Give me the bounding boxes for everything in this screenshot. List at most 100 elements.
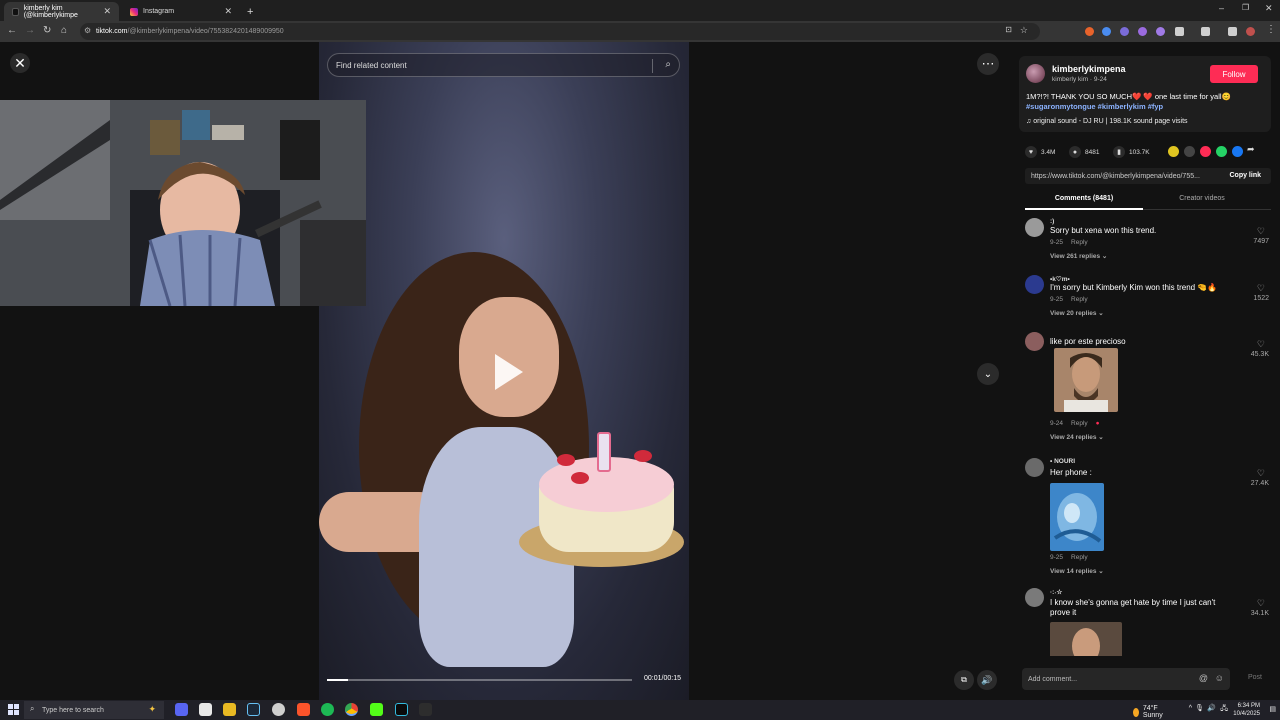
find-related-search[interactable]: Find related content ⌕ bbox=[327, 53, 680, 77]
minimize-icon[interactable]: – bbox=[1219, 3, 1224, 13]
reply-button[interactable]: Reply bbox=[1071, 296, 1088, 303]
comment-username[interactable]: ·:˖☆ bbox=[1050, 588, 1062, 596]
save-button[interactable]: ▮ 103.7K bbox=[1113, 146, 1150, 158]
reload-icon[interactable]: ↻ bbox=[43, 25, 51, 36]
post-button[interactable]: Post bbox=[1248, 674, 1262, 681]
comment-image[interactable] bbox=[1050, 483, 1104, 551]
share-arrow-icon[interactable]: ➦ bbox=[1247, 144, 1258, 155]
discord-icon[interactable] bbox=[175, 703, 188, 716]
heart-outline-icon[interactable]: ♡ bbox=[1257, 598, 1265, 609]
video-progress-bar[interactable] bbox=[327, 679, 632, 681]
add-comment-input[interactable]: Add comment... @ ☺ bbox=[1022, 668, 1230, 690]
window-close-icon[interactable]: ✕ bbox=[1265, 3, 1273, 14]
clock[interactable]: 6:34 PM 10/4/2025 bbox=[1233, 702, 1260, 718]
comment-button[interactable]: ● 8481 bbox=[1069, 146, 1099, 158]
embed-icon[interactable] bbox=[1184, 146, 1195, 157]
windows-start-icon[interactable] bbox=[8, 704, 19, 715]
tab-tiktok[interactable]: kimberly kim (@kimberlykimpe ✕ bbox=[4, 2, 119, 21]
install-app-icon[interactable]: ⊡ bbox=[1005, 25, 1012, 34]
view-replies-button[interactable]: View 261 replies ⌄ bbox=[1050, 252, 1107, 260]
chrome-icon[interactable] bbox=[345, 703, 358, 716]
extension-icon[interactable] bbox=[1156, 27, 1165, 36]
heart-outline-icon[interactable]: ♡ bbox=[1257, 283, 1265, 294]
browser-menu-icon[interactable]: ⋮ bbox=[1266, 24, 1276, 35]
profile-avatar[interactable] bbox=[1246, 27, 1255, 36]
extension-icon[interactable] bbox=[1085, 27, 1094, 36]
picture-in-picture-icon[interactable]: ⧉ bbox=[954, 670, 974, 690]
reply-button[interactable]: Reply bbox=[1071, 239, 1088, 246]
close-icon[interactable]: ✕ bbox=[224, 6, 232, 17]
heart-outline-icon[interactable]: ♡ bbox=[1257, 226, 1265, 237]
copilot-sparkle-icon[interactable]: ✦ bbox=[148, 704, 156, 715]
reading-mode-icon[interactable] bbox=[1201, 27, 1210, 36]
video-player[interactable]: Find related content ⌕ 00:01/00:15 bbox=[319, 42, 689, 700]
whatsapp-icon[interactable] bbox=[1216, 146, 1227, 157]
author-avatar[interactable] bbox=[1026, 64, 1045, 83]
heart-outline-icon[interactable]: ♡ bbox=[1257, 339, 1265, 350]
taskbar-search[interactable]: ⌕ Type here to search ✦ bbox=[24, 701, 164, 719]
microphone-icon[interactable]: 🎙 bbox=[1195, 704, 1204, 712]
weather-widget[interactable]: 74°F Sunny bbox=[1133, 705, 1166, 719]
app-icon[interactable] bbox=[419, 703, 432, 716]
extensions-puzzle-icon[interactable] bbox=[1175, 27, 1184, 36]
network-icon[interactable]: 🖧 bbox=[1220, 704, 1228, 715]
avatar[interactable] bbox=[1025, 588, 1044, 607]
file-explorer-icon[interactable] bbox=[223, 703, 236, 716]
maximize-icon[interactable]: ❐ bbox=[1242, 3, 1249, 12]
next-video-button[interactable]: ⌄ bbox=[977, 363, 999, 385]
reply-button[interactable]: Reply bbox=[1071, 420, 1088, 427]
site-info-icon[interactable]: ⚙ bbox=[84, 26, 91, 35]
copy-link-button[interactable]: Copy link bbox=[1229, 172, 1261, 179]
comment-username[interactable]: • NOURI bbox=[1050, 458, 1075, 465]
follow-button[interactable]: Follow bbox=[1210, 65, 1258, 83]
avatar[interactable] bbox=[1025, 458, 1044, 477]
address-bar[interactable]: ⚙ tiktok.com/@kimberlykimpena/video/7553… bbox=[80, 23, 1040, 40]
play-icon[interactable] bbox=[495, 354, 523, 390]
settings-gear-icon[interactable] bbox=[272, 703, 285, 716]
comment-image[interactable] bbox=[1050, 622, 1122, 656]
tab-creator-videos[interactable]: Creator videos bbox=[1143, 195, 1261, 202]
volume-icon[interactable]: 🔊 bbox=[977, 670, 997, 690]
hashtags[interactable]: #sugaronmytongue #kimberlykim #fyp bbox=[1026, 102, 1163, 111]
mention-icon[interactable]: @ bbox=[1199, 673, 1208, 683]
sound-link[interactable]: ♫ original sound - DJ RU | 198.1K sound … bbox=[1026, 118, 1188, 125]
back-arrow-icon[interactable]: ← bbox=[7, 25, 17, 36]
coin-icon[interactable] bbox=[1168, 146, 1179, 157]
like-button[interactable]: ♥ 3.4M bbox=[1025, 146, 1055, 158]
home-icon[interactable]: ⌂ bbox=[61, 25, 67, 36]
avatar[interactable] bbox=[1025, 218, 1044, 237]
heart-outline-icon[interactable]: ♡ bbox=[1257, 468, 1265, 479]
terminal-icon[interactable] bbox=[395, 703, 408, 716]
emoji-icon[interactable]: ☺ bbox=[1215, 673, 1224, 683]
sidebar-icon[interactable] bbox=[1228, 27, 1237, 36]
brave-icon[interactable] bbox=[297, 703, 310, 716]
spotify-icon[interactable] bbox=[321, 703, 334, 716]
avatar[interactable] bbox=[1025, 275, 1044, 294]
avatar[interactable] bbox=[1025, 332, 1044, 351]
search-icon[interactable]: ⌕ bbox=[665, 59, 671, 70]
tab-comments[interactable]: Comments (8481) bbox=[1025, 195, 1143, 202]
reply-button[interactable]: Reply bbox=[1071, 554, 1088, 561]
comment-username[interactable]: •k♡m• bbox=[1050, 275, 1070, 283]
tab-instagram[interactable]: Instagram ✕ bbox=[122, 2, 240, 21]
comment-username[interactable]: :) bbox=[1050, 218, 1054, 225]
more-options-button[interactable]: ⋯ bbox=[977, 53, 999, 75]
new-tab-button[interactable]: + bbox=[242, 2, 262, 21]
bookmark-star-icon[interactable]: ☆ bbox=[1020, 25, 1028, 36]
extension-icon[interactable] bbox=[1120, 27, 1129, 36]
view-replies-button[interactable]: View 20 replies ⌄ bbox=[1050, 309, 1104, 317]
kick-icon[interactable] bbox=[370, 703, 383, 716]
extension-icon[interactable] bbox=[1138, 27, 1147, 36]
steam-icon[interactable] bbox=[247, 703, 260, 716]
send-to-friends-icon[interactable] bbox=[1200, 146, 1211, 157]
facebook-icon[interactable] bbox=[1232, 146, 1243, 157]
speaker-icon[interactable]: 🔊 bbox=[1207, 704, 1216, 712]
close-video-button[interactable]: ✕ bbox=[10, 53, 30, 73]
close-icon[interactable]: ✕ bbox=[103, 6, 111, 17]
author-username[interactable]: kimberlykimpena bbox=[1052, 64, 1126, 74]
view-replies-button[interactable]: View 14 replies ⌄ bbox=[1050, 567, 1104, 575]
tray-chevron-icon[interactable]: ^ bbox=[1189, 705, 1192, 712]
forward-arrow-icon[interactable]: → bbox=[25, 25, 35, 36]
comment-image[interactable] bbox=[1054, 348, 1118, 412]
taskview-icon[interactable] bbox=[199, 703, 212, 716]
